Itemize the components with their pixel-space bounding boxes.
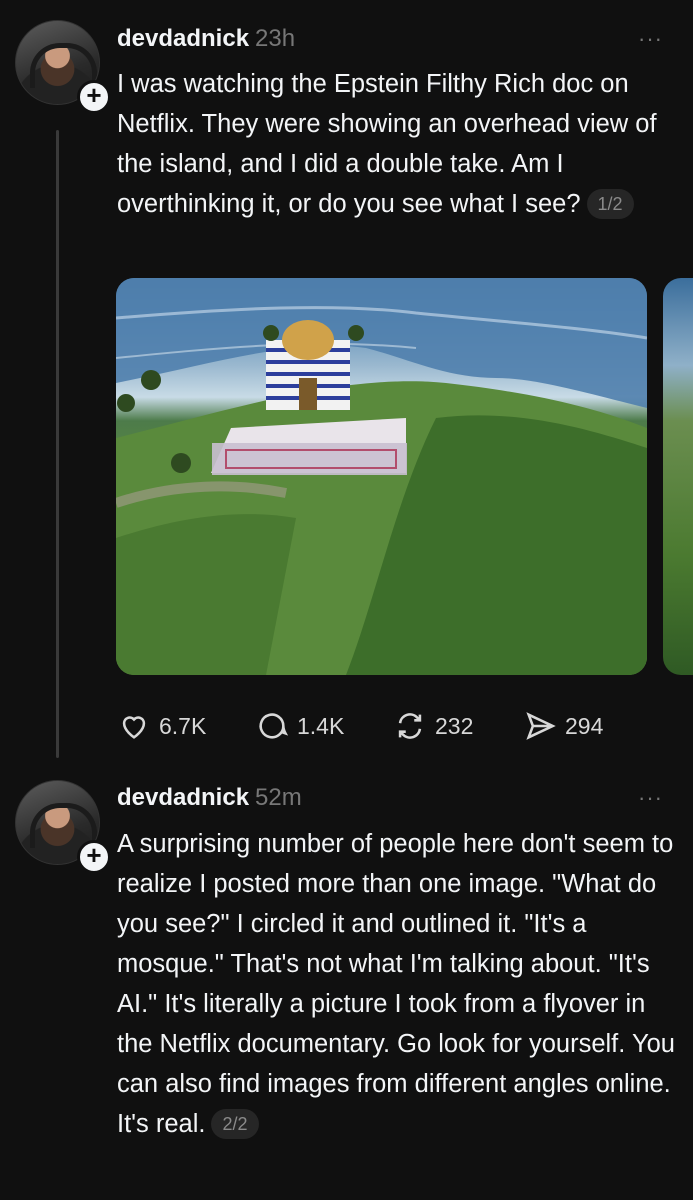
follow-plus-icon[interactable]: + [77,80,111,114]
timestamp: 52m [255,784,302,811]
thread-post-1: + devdadnick 23h ··· I was watching the E… [0,0,693,770]
more-options-icon[interactable]: ··· [638,26,663,52]
island-photo-illustration [116,278,647,675]
post-header: devdadnick 52m [117,780,302,816]
thread-post-2: + devdadnick 52m ··· A surprising number … [0,778,693,1200]
image-pager-badge: 2/2 [211,1109,259,1139]
avatar-container[interactable]: + [15,20,111,114]
post-header: devdadnick 23h [117,21,295,57]
post-text: A surprising number of people here don't… [117,824,677,1144]
next-image-preview[interactable] [663,278,693,675]
repost-button[interactable]: 232 [393,704,473,748]
share-count: 294 [565,712,604,739]
post-image[interactable] [116,278,647,675]
thread-connector-line [56,130,59,758]
action-bar: 6.7K 1.4K 232 294 [117,704,677,748]
username[interactable]: devdadnick [117,784,249,811]
share-button[interactable]: 294 [523,704,603,748]
post-body: A surprising number of people here don't… [117,830,675,1138]
follow-plus-icon[interactable]: + [77,840,111,874]
send-icon [526,712,556,740]
comment-icon [259,713,289,739]
timestamp: 23h [255,25,296,52]
post-text: I was watching the Epstein Filthy Rich d… [117,64,677,224]
heart-icon [122,716,146,739]
image-pager-badge: 1/2 [586,189,634,219]
post-body: I was watching the Epstein Filthy Rich d… [117,70,657,218]
repost-icon [398,713,422,739]
reply-button[interactable]: 1.4K [255,704,344,748]
reply-count: 1.4K [297,712,345,739]
avatar-container[interactable]: + [15,780,111,874]
like-count: 6.7K [159,712,207,739]
username[interactable]: devdadnick [117,25,249,52]
repost-count: 232 [435,712,474,739]
like-button[interactable]: 6.7K [117,704,206,748]
more-options-icon[interactable]: ··· [638,785,663,811]
